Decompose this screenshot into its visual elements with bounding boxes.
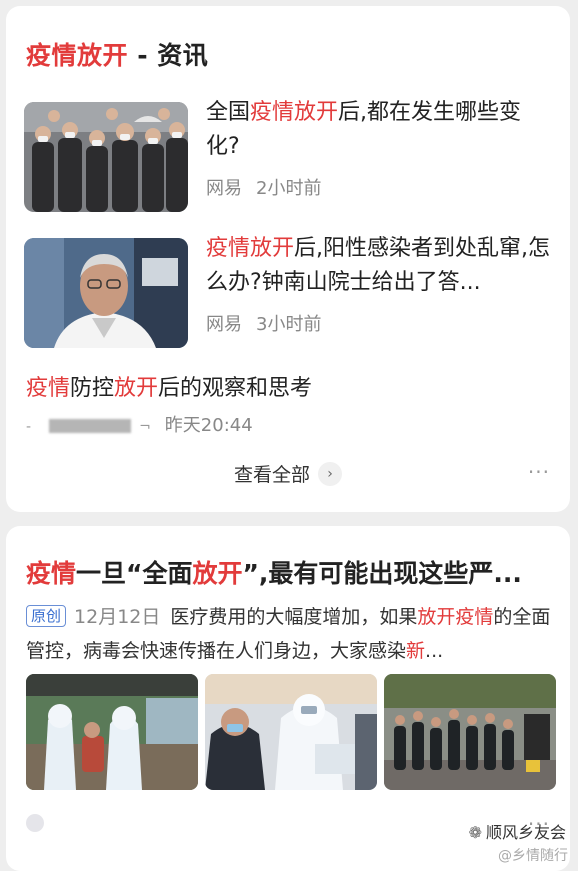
snippet-text: ... xyxy=(425,640,444,662)
redacted-source: - xyxy=(26,419,32,435)
watermark: ❁ 顺风乡友会 xyxy=(469,819,566,843)
section-title-suffix: - 资讯 xyxy=(128,41,209,70)
news-headline[interactable]: 疫情放开后,阳性感染者到处乱窜,怎么办?钟南山院士给出了答... xyxy=(206,232,552,300)
headline-keyword: 放开 xyxy=(114,376,159,401)
headline-keyword: 放开 xyxy=(192,559,243,588)
article-date: 12月12日 xyxy=(74,606,161,628)
headline-text: 一旦“全面 xyxy=(76,559,193,588)
view-all-label: 查看全部 xyxy=(234,464,311,486)
swab-testing-photo[interactable] xyxy=(205,674,377,790)
news-meta: - ¬ 昨天20:44 xyxy=(26,411,253,437)
news-meta: 网易 2小时前 xyxy=(206,174,335,200)
news-item[interactable]: 疫情放开后,阳性感染者到处乱窜,怎么办?钟南山院士给出了答... 网易 3小时前 xyxy=(24,236,554,348)
news-time: 3小时前 xyxy=(256,314,322,335)
headline-text: 后的观察和思考 xyxy=(158,376,313,401)
queue-crowd-photo[interactable] xyxy=(384,674,556,790)
news-meta: 网易 3小时前 xyxy=(206,310,335,336)
section-title[interactable]: 疫情放开 - 资讯 xyxy=(26,36,208,72)
headline-text: 全国 xyxy=(206,100,251,125)
watermark-sub: @乡情随行 xyxy=(498,845,568,865)
wechat-icon: ❁ xyxy=(468,823,482,842)
article-image-row xyxy=(26,674,556,790)
headline-text: ”,最有可能出现这些严... xyxy=(242,559,522,588)
news-headline[interactable]: 全国疫情放开后,都在发生哪些变化? xyxy=(206,96,552,164)
headline-keyword: 疫情 xyxy=(26,376,71,401)
headline-text: 防控 xyxy=(70,376,115,401)
redacted-source: ¬ xyxy=(139,419,151,435)
news-time: 2小时前 xyxy=(256,178,322,199)
headline-keyword: 疫情放开 xyxy=(250,100,339,125)
news-time: 昨天20:44 xyxy=(164,415,253,436)
section-title-keyword: 疫情放开 xyxy=(26,41,129,70)
article-headline[interactable]: 疫情一旦“全面放开”,最有可能出现这些严... xyxy=(26,554,556,590)
news-card: 疫情放开 - 资讯 全国疫情放开后,都在发生哪些变化? 网易 2小时前 疫情放开… xyxy=(6,6,570,512)
news-item[interactable]: 全国疫情放开后,都在发生哪些变化? 网易 2小时前 xyxy=(24,100,554,212)
redacted-source-blur xyxy=(49,419,132,433)
crowd-photo-thumbnail xyxy=(24,102,188,212)
article-snippet[interactable]: 原创 12月12日 医疗费用的大幅度增加，如果放开疫情的全面管控，病毒会快速传播在人… xyxy=(26,600,554,668)
watermark-text: 顺风乡友会 xyxy=(485,823,566,842)
news-source: 网易 xyxy=(206,314,242,335)
bus-testing-photo[interactable] xyxy=(26,674,198,790)
chevron-right-icon: › xyxy=(318,461,343,486)
portrait-photo-thumbnail xyxy=(24,238,188,348)
snippet-text: 医疗费用的大幅度增加，如果 xyxy=(170,606,418,628)
headline-keyword: 疫情 xyxy=(26,559,77,588)
more-options-icon[interactable]: ··· xyxy=(528,460,550,484)
view-all-button[interactable]: 查看全部 › xyxy=(234,460,343,487)
watermark-sub-text: @乡情随行 xyxy=(498,848,568,864)
snippet-keyword: 放开疫情 xyxy=(417,606,494,628)
headline-keyword: 疫情放开 xyxy=(206,236,295,261)
original-badge: 原创 xyxy=(26,605,67,627)
news-source: 网易 xyxy=(206,178,242,199)
source-avatar[interactable] xyxy=(26,814,44,832)
text-news-headline[interactable]: 疫情防控放开后的观察和思考 xyxy=(26,370,312,402)
snippet-keyword: 新 xyxy=(406,640,426,662)
